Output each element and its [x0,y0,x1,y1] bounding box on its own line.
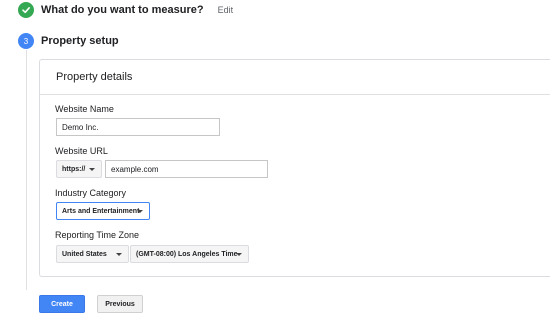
protocol-select[interactable]: https:// [56,160,102,178]
chevron-down-icon [137,210,143,213]
website-name-input[interactable]: Demo Inc. [56,118,220,136]
website-url-label: Website URL [55,146,108,156]
country-select[interactable]: United States [56,245,129,263]
industry-category-label: Industry Category [55,188,127,198]
property-setup-page: What do you want to measure? Edit 3 Prop… [0,0,550,320]
card-title: Property details [40,60,550,95]
step-connector-line [26,50,27,290]
time-zone-select-value: (GMT-08:00) Los Angeles Time [136,250,238,258]
chevron-down-icon [236,253,242,256]
chevron-down-icon [89,168,95,171]
step-property-setup: 3 Property setup [18,33,119,49]
property-details-card: Property details Website Name Demo Inc. … [39,59,550,277]
create-button[interactable]: Create [39,295,85,313]
industry-category-value: Arts and Entertainment [62,207,140,215]
check-icon [18,2,34,18]
step-number-badge: 3 [18,33,34,49]
chevron-down-icon [116,253,122,256]
website-name-label: Website Name [55,104,114,114]
step-property-setup-title: Property setup [41,35,119,47]
website-url-input[interactable]: example.com [105,160,268,178]
time-zone-select[interactable]: (GMT-08:00) Los Angeles Time [130,245,249,263]
industry-category-select[interactable]: Arts and Entertainment [56,202,150,220]
step-measure-title: What do you want to measure? [41,4,204,16]
step-measure: What do you want to measure? Edit [18,2,233,18]
country-select-value: United States [62,250,107,258]
previous-button[interactable]: Previous [97,295,143,313]
reporting-time-zone-label: Reporting Time Zone [55,230,140,240]
protocol-select-value: https:// [62,165,86,173]
edit-link[interactable]: Edit [218,5,234,15]
